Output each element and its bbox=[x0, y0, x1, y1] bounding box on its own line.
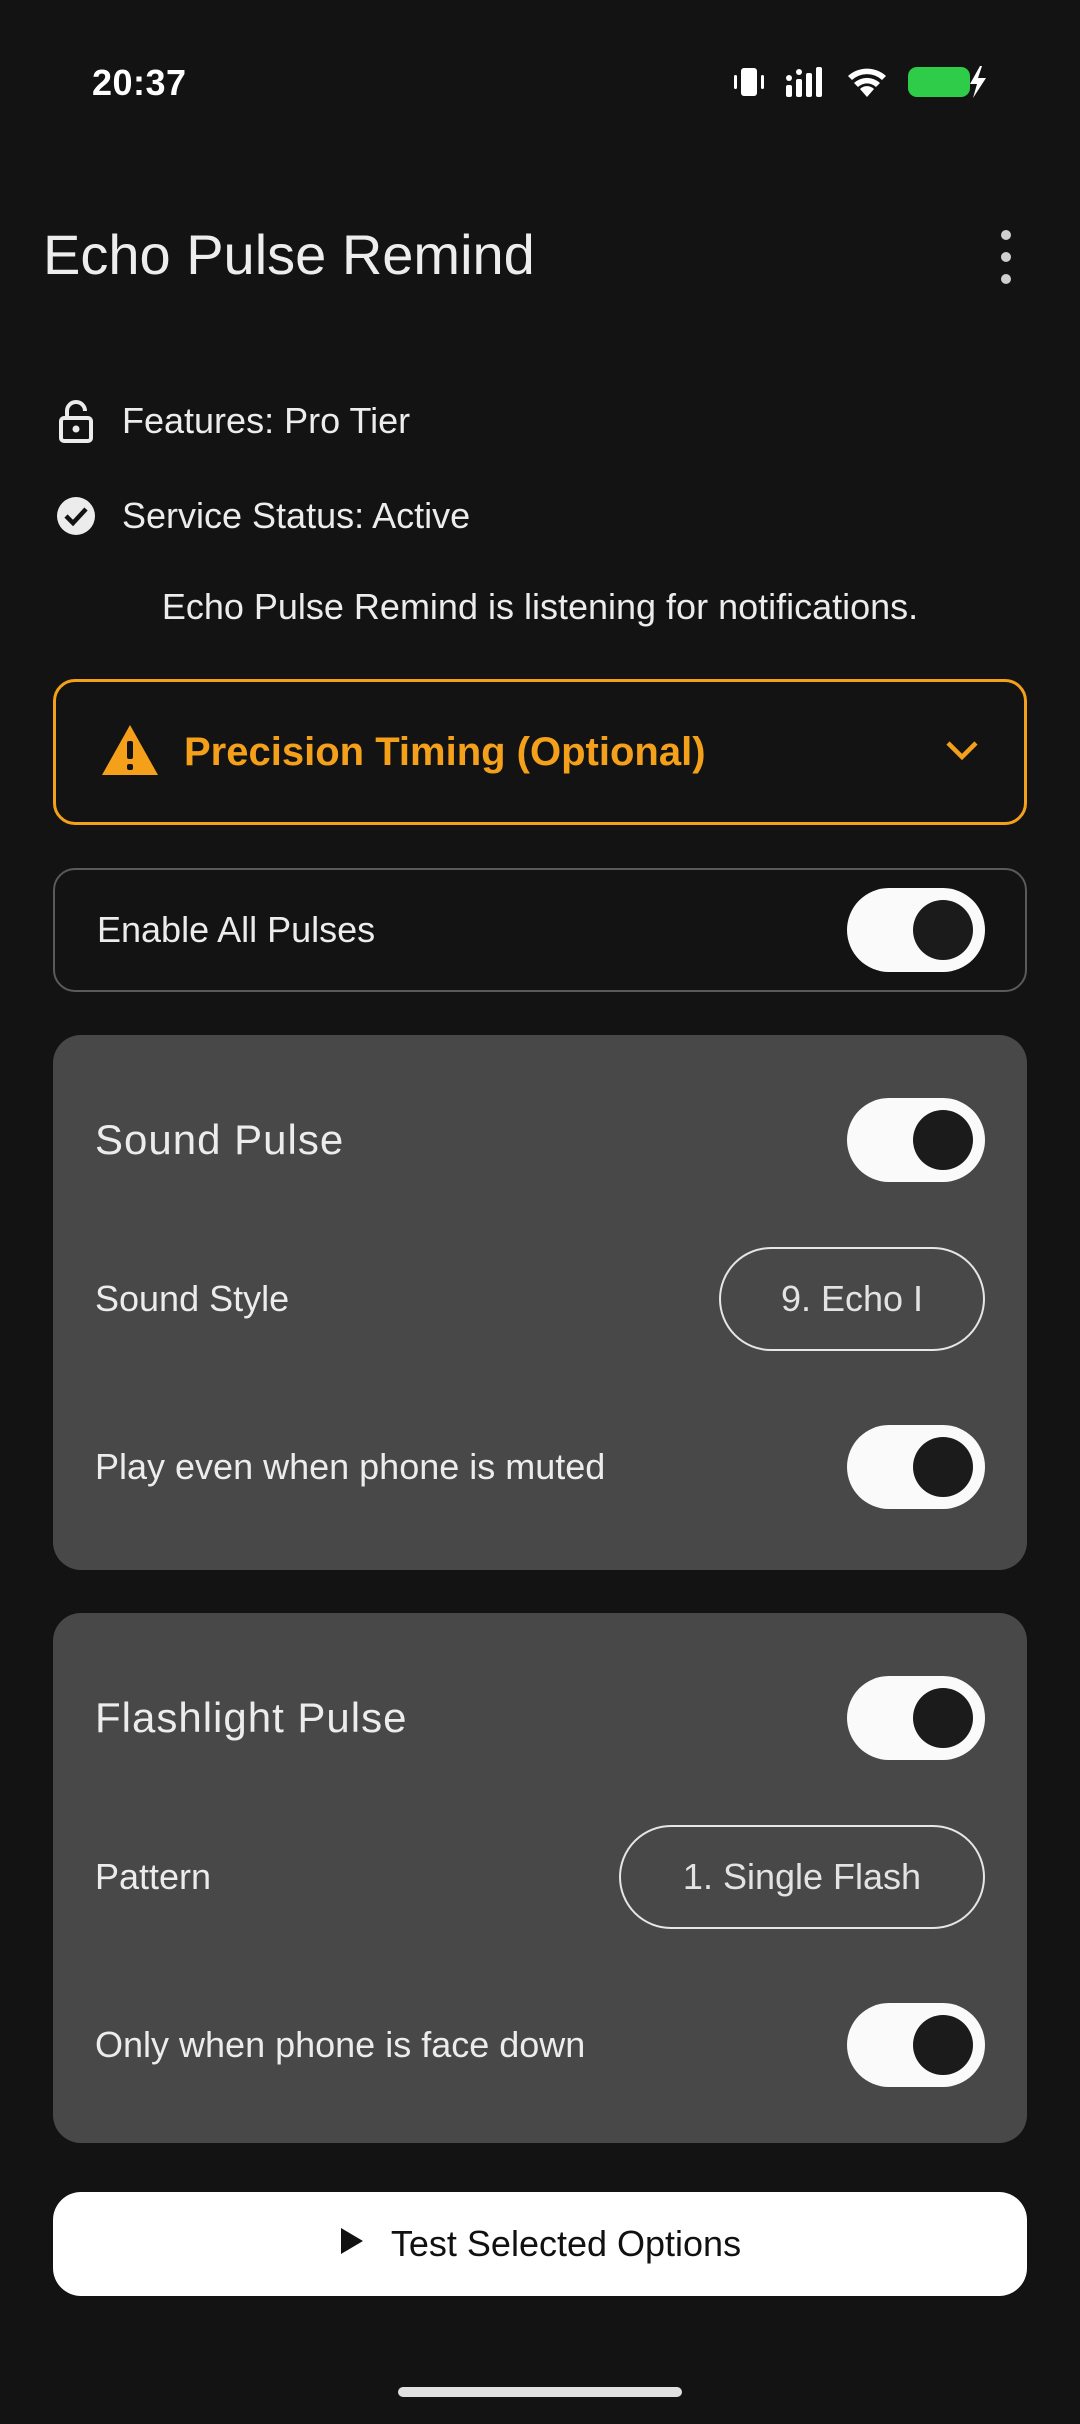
test-selected-options-button[interactable]: Test Selected Options bbox=[53, 2192, 1027, 2296]
sound-style-label: Sound Style bbox=[95, 1278, 290, 1319]
lock-open-icon bbox=[56, 400, 96, 443]
face-down-label: Only when phone is face down bbox=[95, 2024, 586, 2065]
sound-pulse-panel: Sound Pulse Sound Style 9. Echo I Play e… bbox=[53, 1035, 1027, 1570]
check-circle-icon bbox=[56, 496, 96, 536]
enable-all-label: Enable All Pulses bbox=[97, 909, 376, 950]
pattern-row: Pattern 1. Single Flash bbox=[95, 1825, 985, 1929]
precision-timing-card[interactable]: Precision Timing (Optional) bbox=[53, 679, 1027, 825]
listening-message: Echo Pulse Remind is listening for notif… bbox=[161, 586, 919, 627]
flashlight-pulse-panel: Flashlight Pulse Pattern 1. Single Flash… bbox=[53, 1613, 1027, 2143]
service-status-label: Service Status: Active bbox=[122, 495, 471, 536]
chevron-down-icon[interactable] bbox=[944, 738, 980, 767]
flashlight-pulse-toggle[interactable] bbox=[847, 1676, 985, 1760]
flashlight-pulse-row: Flashlight Pulse bbox=[95, 1676, 985, 1760]
sound-style-select[interactable]: 9. Echo I bbox=[719, 1247, 985, 1351]
play-muted-row: Play even when phone is muted bbox=[95, 1425, 985, 1509]
sound-style-row: Sound Style 9. Echo I bbox=[95, 1247, 985, 1351]
sound-pulse-row: Sound Pulse bbox=[95, 1098, 985, 1182]
features-label: Features: Pro Tier bbox=[122, 400, 411, 441]
play-muted-toggle[interactable] bbox=[847, 1425, 985, 1509]
enable-all-card: Enable All Pulses bbox=[53, 868, 1027, 992]
pattern-label: Pattern bbox=[95, 1856, 212, 1897]
face-down-row: Only when phone is face down bbox=[95, 2003, 985, 2087]
sound-pulse-toggle[interactable] bbox=[847, 1098, 985, 1182]
wifi-icon bbox=[846, 65, 888, 104]
pattern-select[interactable]: 1. Single Flash bbox=[619, 1825, 985, 1929]
home-indicator[interactable] bbox=[398, 2387, 682, 2397]
status-time: 20:37 bbox=[92, 62, 187, 103]
service-status-row: Service Status: Active bbox=[56, 495, 470, 537]
overflow-menu-icon[interactable] bbox=[986, 230, 1026, 284]
flashlight-pulse-title: Flashlight Pulse bbox=[95, 1694, 408, 1741]
app-title: Echo Pulse Remind bbox=[43, 223, 535, 286]
warning-icon bbox=[100, 723, 160, 782]
vibrate-icon bbox=[732, 65, 766, 104]
battery-charging-icon bbox=[906, 64, 988, 105]
face-down-toggle[interactable] bbox=[847, 2003, 985, 2087]
play-muted-label: Play even when phone is muted bbox=[95, 1446, 606, 1487]
status-icons bbox=[732, 64, 988, 105]
enable-all-toggle[interactable] bbox=[847, 888, 985, 972]
signal-icon bbox=[784, 65, 828, 104]
features-row: Features: Pro Tier bbox=[56, 400, 411, 443]
play-icon bbox=[339, 2223, 365, 2265]
test-button-label: Test Selected Options bbox=[390, 2223, 742, 2264]
precision-timing-title: Precision Timing (Optional) bbox=[184, 729, 706, 774]
sound-pulse-title: Sound Pulse bbox=[95, 1116, 345, 1163]
